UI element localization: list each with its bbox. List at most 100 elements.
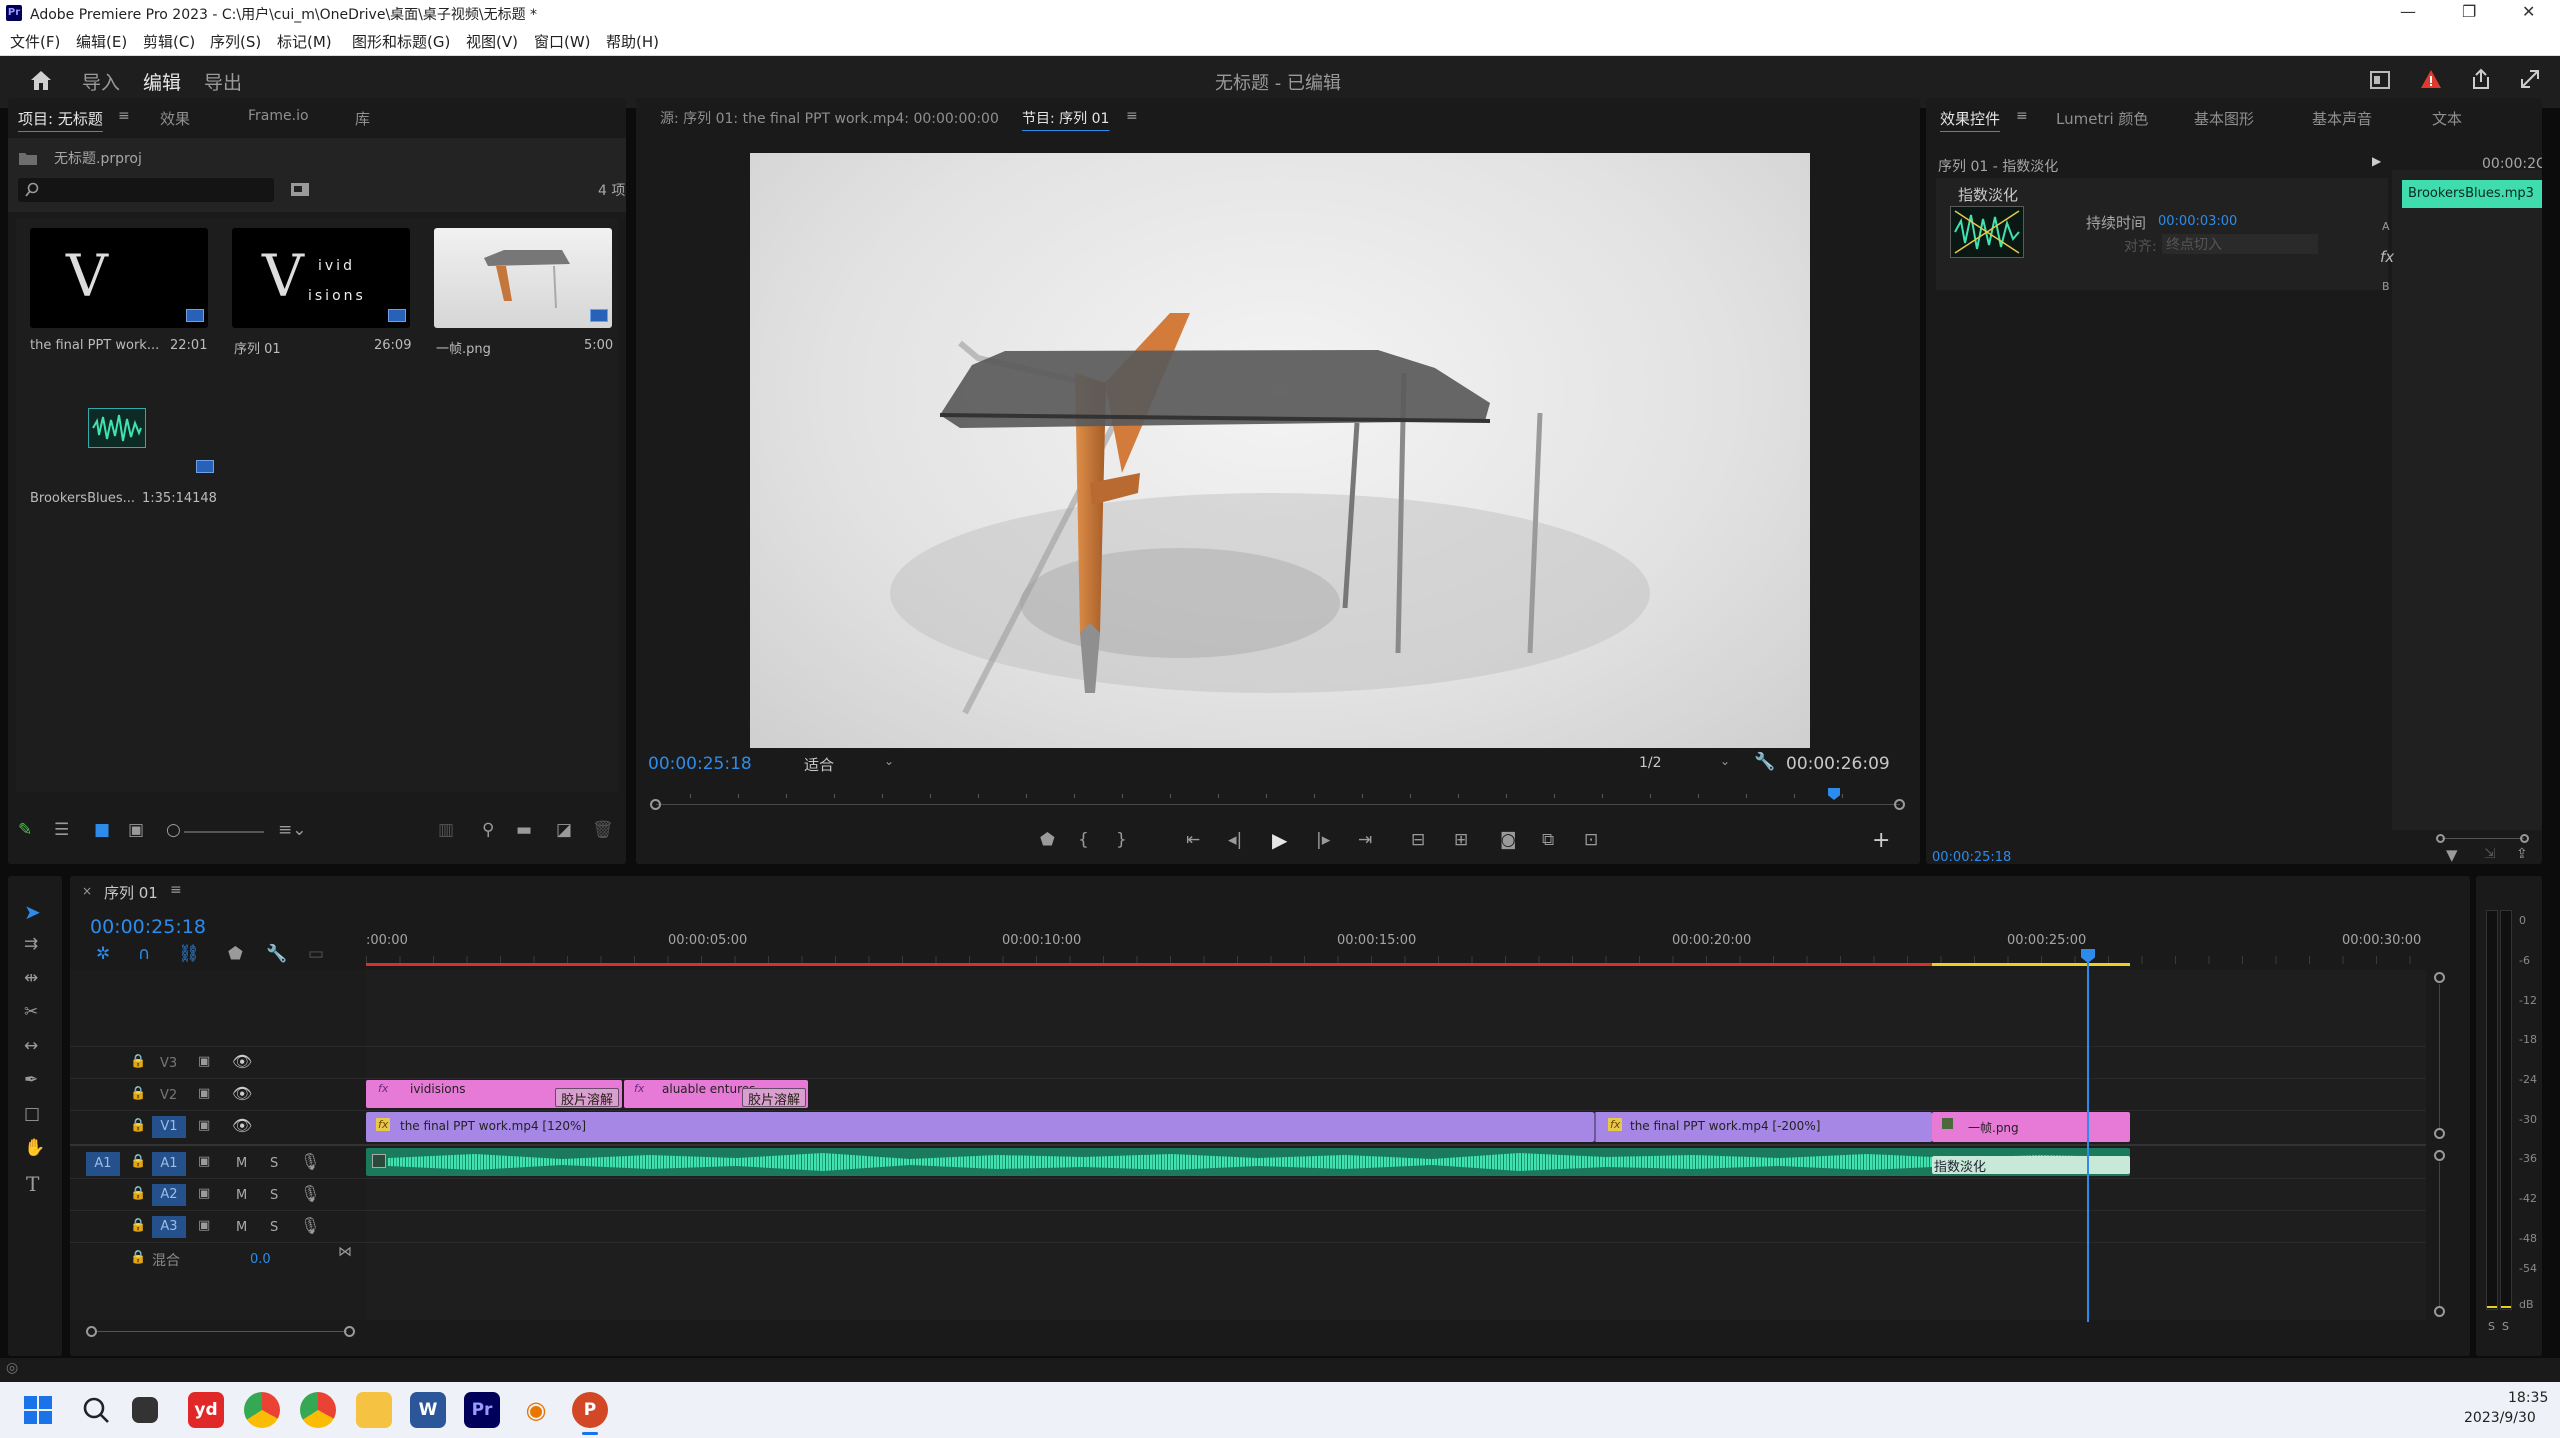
menu-sequence[interactable]: 序列(S) [210, 31, 261, 52]
add-marker-icon[interactable]: ⬟ [228, 944, 243, 964]
vr-icon[interactable]: ⊡ [1584, 830, 1598, 850]
home-icon[interactable] [28, 68, 54, 92]
tab-frameio[interactable]: Frame.io [248, 108, 309, 124]
new-bin-icon[interactable] [290, 180, 310, 198]
comparison-view-icon[interactable]: ⧉ [1542, 830, 1554, 850]
track-label-v1[interactable]: V1 [152, 1116, 186, 1138]
close-button[interactable]: ✕ [2522, 2, 2535, 21]
vertical-zoom-handle[interactable] [2434, 1128, 2445, 1139]
eye-icon[interactable]: 👁 [232, 1116, 252, 1135]
lock-icon[interactable]: 🔒 [130, 1186, 146, 1201]
lock-icon[interactable]: 🔒 [130, 1154, 146, 1169]
duration-value[interactable]: 00:00:03:00 [2158, 214, 2237, 229]
new-bin-button-icon[interactable]: ▬ [516, 820, 532, 840]
solo-left-button[interactable]: S [2488, 1320, 2495, 1333]
tab-project[interactable]: 项目: 无标题 [18, 108, 103, 129]
step-forward-icon[interactable]: |▸ [1316, 830, 1330, 850]
scrub-start-handle[interactable] [650, 799, 661, 810]
tab-lumetri[interactable]: Lumetri 颜色 [2056, 108, 2148, 129]
taskbar-date[interactable]: 2023/9/30 [2464, 1410, 2536, 1426]
type-tool-icon[interactable]: T [26, 1172, 39, 1196]
close-sequence-icon[interactable]: × [82, 884, 92, 898]
project-item-video-thumb[interactable]: V [30, 228, 208, 328]
minimize-button[interactable]: — [2400, 2, 2416, 21]
add-button-icon[interactable]: + [1872, 828, 1890, 853]
panel-menu-icon[interactable]: ≡ [170, 882, 182, 898]
rectangle-tool-icon[interactable]: □ [24, 1104, 40, 1124]
timeline-zoom-right[interactable] [344, 1326, 355, 1337]
share-icon[interactable] [2470, 68, 2492, 90]
tab-source-monitor[interactable]: 源: 序列 01: the final PPT work.mp4: 00:00:… [660, 108, 999, 128]
blender-icon[interactable]: ◉ [518, 1392, 554, 1428]
timeline-timecode[interactable]: 00:00:25:18 [90, 916, 206, 938]
taskbar-time[interactable]: 18:35 [2508, 1390, 2548, 1406]
effect-zoom-bar[interactable] [2436, 834, 2542, 844]
menu-graphics[interactable]: 图形和标题(G) [352, 31, 450, 52]
share-icon[interactable]: ⇪ [2516, 846, 2528, 862]
menu-help[interactable]: 帮助(H) [606, 31, 659, 52]
slip-tool-icon[interactable]: ↔ [24, 1036, 38, 1056]
expand-arrow-icon[interactable]: ▶ [2372, 154, 2381, 168]
restore-button[interactable]: ❐ [2462, 2, 2476, 21]
go-to-out-icon[interactable]: ⇥ [1358, 830, 1372, 850]
find-icon[interactable]: ⚲ [482, 820, 494, 840]
mark-out-icon[interactable]: } [1116, 830, 1127, 850]
clip-a1-audio[interactable] [366, 1148, 2130, 1176]
file-explorer-icon[interactable] [356, 1392, 392, 1428]
trash-icon[interactable]: 🗑 [592, 820, 614, 840]
solo-button[interactable]: S [270, 1156, 278, 1171]
vertical-zoom-handle[interactable] [2434, 972, 2445, 983]
sync-lock-icon[interactable]: ▣ [198, 1186, 210, 1201]
transition-film-dissolve[interactable]: 胶片溶解 [555, 1088, 619, 1107]
clip-v1-video-a[interactable]: fx the final PPT work.mp4 [120%] [366, 1112, 1594, 1142]
track-label-a2[interactable]: A2 [152, 1184, 186, 1206]
tab-essential-sound[interactable]: 基本声音 [2312, 108, 2372, 129]
effect-current-time[interactable]: 00:00:25:18 [1932, 850, 2011, 864]
add-marker-icon[interactable]: ⬟ [1040, 830, 1055, 850]
eye-icon[interactable]: 👁 [232, 1052, 252, 1071]
mark-in-icon[interactable]: { [1078, 830, 1089, 850]
vertical-zoom-handle[interactable] [2434, 1306, 2445, 1317]
export-clip-icon[interactable]: ⇲ [2484, 846, 2496, 862]
track-label-a3[interactable]: A3 [152, 1216, 186, 1238]
zoom-handle-right[interactable] [2520, 834, 2529, 843]
track-select-tool-icon[interactable]: ⇉ [24, 934, 38, 954]
lift-icon[interactable]: ⊟ [1411, 830, 1425, 850]
warning-icon[interactable] [2420, 68, 2442, 90]
tab-effects[interactable]: 效果 [160, 108, 190, 129]
selection-tool-icon[interactable]: ➤ [24, 900, 41, 924]
lock-icon[interactable]: 🔒 [130, 1086, 146, 1101]
transition-exponential-fade[interactable]: 指数淡化 [1932, 1156, 2130, 1174]
solo-right-button[interactable]: S [2502, 1320, 2509, 1333]
track-label-v3[interactable]: V3 [160, 1056, 177, 1071]
project-item-audio-thumb[interactable] [88, 408, 146, 448]
wrench-icon[interactable]: 🔧 [1754, 752, 1775, 772]
scrub-end-handle[interactable] [1894, 799, 1905, 810]
pencil-icon[interactable]: ✎ [18, 820, 32, 840]
microphone-icon[interactable]: 🎙 [300, 1152, 320, 1171]
align-dropdown[interactable]: 终点切入 [2162, 234, 2318, 254]
zoom-handle-left[interactable] [2436, 834, 2445, 843]
menu-clip[interactable]: 剪辑(C) [143, 31, 195, 52]
zoom-slider-icon[interactable]: ○ [166, 820, 181, 840]
project-item-sequence-thumb[interactable]: V ivid isions [232, 228, 410, 328]
youdao-icon[interactable]: yd [188, 1392, 224, 1428]
tab-text[interactable]: 文本 [2432, 108, 2462, 129]
word-icon[interactable]: W [410, 1392, 446, 1428]
filter-icon[interactable]: ▼ [2446, 846, 2458, 864]
track-label-v2[interactable]: V2 [160, 1088, 177, 1103]
sync-lock-icon[interactable]: ▣ [198, 1054, 210, 1069]
panel-menu-icon[interactable]: ≡ [118, 108, 130, 124]
sequence-tab[interactable]: 序列 01 [104, 882, 158, 903]
program-scrub-bar[interactable] [650, 788, 1906, 810]
mute-button[interactable]: M [236, 1156, 247, 1171]
vertical-zoom-handle[interactable] [2434, 1150, 2445, 1161]
go-to-in-icon[interactable]: ⇤ [1186, 830, 1200, 850]
timeline-zoom-left[interactable] [86, 1326, 97, 1337]
camera-icon[interactable]: ◙ [1500, 830, 1517, 850]
mix-go-to-icon[interactable]: ⋈ [338, 1244, 352, 1260]
sync-lock-icon[interactable]: ▣ [198, 1118, 210, 1133]
tab-library[interactable]: 库 [355, 108, 370, 129]
nest-icon[interactable]: ✲ [96, 944, 110, 964]
panel-menu-icon[interactable]: ≡ [1126, 108, 1138, 124]
